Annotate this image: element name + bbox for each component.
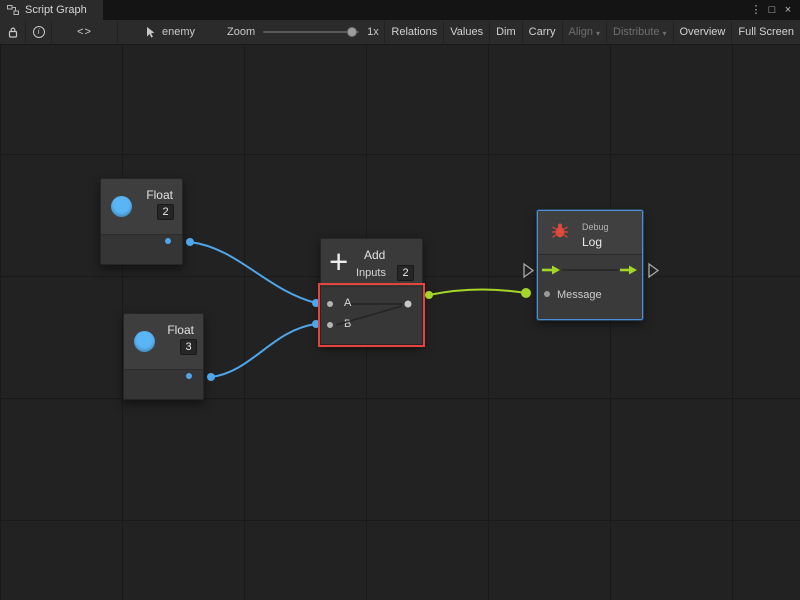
float-value-field[interactable]: 2 <box>157 204 174 220</box>
zoom-value: 1x <box>367 26 379 38</box>
zoom-slider[interactable] <box>263 31 359 33</box>
debug-log-node[interactable]: Debug Log Message <box>537 210 643 320</box>
inputs-count-field[interactable]: 2 <box>397 265 414 281</box>
code-icon: <> <box>77 26 92 38</box>
info-icon: i <box>33 26 45 38</box>
align-label: Align <box>569 26 593 38</box>
distribute-label: Distribute <box>613 26 659 38</box>
zoom-label: Zoom <box>227 26 255 38</box>
source-button[interactable]: <> <box>52 20 118 44</box>
values-label: Values <box>450 26 483 38</box>
target-label: enemy <box>162 26 195 38</box>
overview-button[interactable]: Overview <box>673 20 732 44</box>
carry-label: Carry <box>529 26 556 38</box>
maximize-icon[interactable]: □ <box>764 0 780 20</box>
graph-icon <box>7 4 19 16</box>
lock-button[interactable] <box>0 20 26 44</box>
overview-label: Overview <box>680 26 726 38</box>
fullscreen-label: Full Screen <box>738 26 794 38</box>
bug-icon <box>551 222 569 240</box>
float-icon <box>111 196 132 217</box>
graph-toolbar: i <> enemy Zoom 1x Relations Values Dim … <box>0 20 800 45</box>
node-title: Log <box>582 235 602 249</box>
relations-button[interactable]: Relations <box>384 20 443 44</box>
float-node-2[interactable]: Float 3 <box>123 313 204 400</box>
node-category: Debug <box>582 222 609 232</box>
chevron-down-icon: ▾ <box>663 29 667 38</box>
zoom-control: Zoom 1x <box>227 20 379 44</box>
float-icon <box>134 331 155 352</box>
align-button[interactable]: Align ▾ <box>562 20 606 44</box>
script-graph-window: Script Graph ⋮ □ × i <> enemy Zoo <box>0 0 800 600</box>
add-node[interactable]: + Add Inputs 2 A B <box>320 238 423 345</box>
tab-title: Script Graph <box>25 4 87 16</box>
lock-icon <box>7 26 19 39</box>
node-title: Float <box>146 188 173 202</box>
close-icon[interactable]: × <box>780 0 796 20</box>
input-port-b-label: B <box>344 318 351 330</box>
float-node-footer <box>124 369 203 399</box>
add-ports-section <box>321 286 422 344</box>
carry-button[interactable]: Carry <box>522 20 562 44</box>
distribute-button[interactable]: Distribute ▾ <box>606 20 672 44</box>
dim-button[interactable]: Dim <box>489 20 522 44</box>
plus-icon: + <box>329 240 348 284</box>
graph-target[interactable]: enemy <box>118 20 195 44</box>
zoom-slider-handle[interactable] <box>347 27 357 37</box>
dim-label: Dim <box>496 26 516 38</box>
float-node-1[interactable]: Float 2 <box>100 178 183 265</box>
inspect-button[interactable]: i <box>26 20 52 44</box>
chevron-down-icon: ▾ <box>596 29 600 38</box>
node-title: Float <box>167 323 194 337</box>
input-port-a-label: A <box>344 297 351 309</box>
fullscreen-button[interactable]: Full Screen <box>731 20 800 44</box>
relations-label: Relations <box>391 26 437 38</box>
menu-icon[interactable]: ⋮ <box>748 0 764 20</box>
float-value-field[interactable]: 3 <box>180 339 197 355</box>
pointer-icon <box>144 26 156 39</box>
float-node-footer <box>101 234 182 264</box>
node-title: Add <box>364 248 385 262</box>
inputs-label: Inputs <box>356 267 386 279</box>
message-port-label: Message <box>557 289 602 301</box>
values-button[interactable]: Values <box>443 20 489 44</box>
tab-script-graph[interactable]: Script Graph <box>0 0 103 20</box>
title-bar: Script Graph ⋮ □ × <box>0 0 800 20</box>
window-controls: ⋮ □ × <box>748 0 800 20</box>
